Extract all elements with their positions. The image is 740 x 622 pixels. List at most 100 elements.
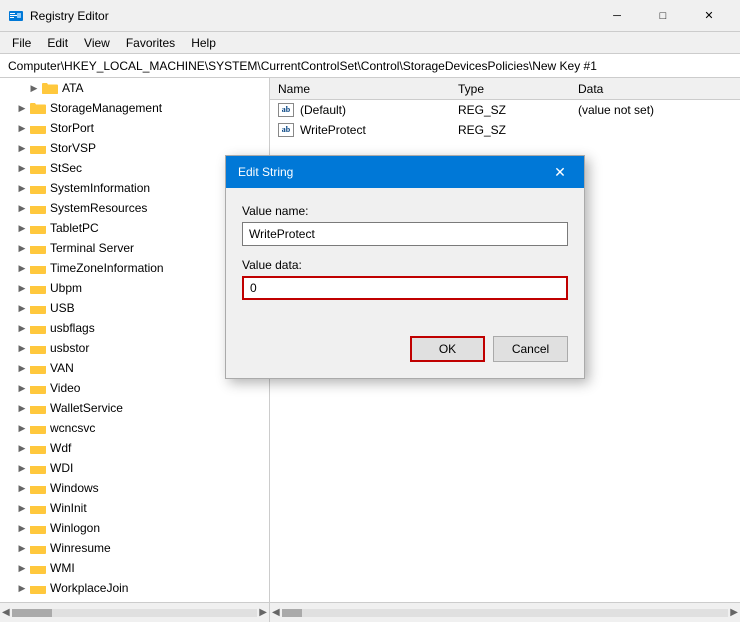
row-default-type: REG_SZ xyxy=(450,101,570,119)
tree-label-WPN: WPN xyxy=(50,601,78,602)
tree-label-usbflags: usbflags xyxy=(50,321,95,335)
expand-arrow-Video: ▶ xyxy=(16,382,28,394)
scroll-area: ◀ ▶ ◀ ▶ xyxy=(0,602,740,622)
maximize-button[interactable]: □ xyxy=(640,0,686,32)
menu-file[interactable]: File xyxy=(4,34,39,52)
expand-arrow-TimeZoneInformation: ▶ xyxy=(16,262,28,274)
app-icon xyxy=(8,8,24,24)
folder-icon-Winlogon xyxy=(30,521,46,535)
folder-icon-usbflags xyxy=(30,321,46,335)
folder-icon-WPN xyxy=(30,601,46,602)
folder-icon-VAN xyxy=(30,361,46,375)
tree-label-SystemInformation: SystemInformation xyxy=(50,181,150,195)
tree-item-WMI[interactable]: ▶ WMI xyxy=(0,558,269,578)
tree-label-StSec: StSec xyxy=(50,161,82,175)
tree-item-StorageManagement[interactable]: ▶ StorageManagement xyxy=(0,98,269,118)
folder-icon-TabletPC xyxy=(30,221,46,235)
tree-item-Winresume[interactable]: ▶ Winresume xyxy=(0,538,269,558)
row-writeprotect-data xyxy=(570,128,740,132)
folder-icon-USB xyxy=(30,301,46,315)
tree-label-Video: Video xyxy=(50,381,80,395)
value-data-input[interactable] xyxy=(242,276,568,300)
ok-button[interactable]: OK xyxy=(410,336,485,362)
folder-icon-WinInit xyxy=(30,501,46,515)
expand-arrow-StorageManagement: ▶ xyxy=(16,102,28,114)
tree-item-Wdf[interactable]: ▶ Wdf xyxy=(0,438,269,458)
expand-arrow-TerminalServer: ▶ xyxy=(16,242,28,254)
table-row[interactable]: ab WriteProtect REG_SZ xyxy=(270,120,740,140)
tree-label-Winlogon: Winlogon xyxy=(50,521,100,535)
scroll-right-left-arrow[interactable]: ◀ xyxy=(272,607,280,618)
menu-view[interactable]: View xyxy=(76,34,118,52)
tree-item-WinInit[interactable]: ▶ WinInit xyxy=(0,498,269,518)
dialog-footer: OK Cancel xyxy=(226,328,584,378)
tree-item-Winlogon[interactable]: ▶ Winlogon xyxy=(0,518,269,538)
edit-string-dialog: Edit String ✕ Value name: Value data: OK… xyxy=(225,155,585,379)
scroll-right-arrow[interactable]: ▶ xyxy=(259,607,267,618)
dialog-body: Value name: Value data: xyxy=(226,188,584,328)
expand-arrow-SystemResources: ▶ xyxy=(16,202,28,214)
tree-label-ATA: ATA xyxy=(62,81,84,95)
left-scrollbar[interactable]: ◀ ▶ xyxy=(0,603,270,622)
tree-item-WalletService[interactable]: ▶ WalletService xyxy=(0,398,269,418)
address-path: Computer\HKEY_LOCAL_MACHINE\SYSTEM\Curre… xyxy=(8,59,597,73)
tree-label-StorPort: StorPort xyxy=(50,121,94,135)
tree-item-Windows[interactable]: ▶ Windows xyxy=(0,478,269,498)
row-default-name: ab (Default) xyxy=(270,101,450,119)
folder-icon-wcncsvc xyxy=(30,421,46,435)
folder-icon-Winresume xyxy=(30,541,46,555)
folder-icon-StorVSP xyxy=(30,141,46,155)
title-bar: Registry Editor ─ □ ✕ xyxy=(0,0,740,32)
folder-icon-TerminalServer xyxy=(30,241,46,255)
folder-icon-ATA xyxy=(42,81,58,95)
tree-label-usbstor: usbstor xyxy=(50,341,89,355)
minimize-button[interactable]: ─ xyxy=(594,0,640,32)
menu-edit[interactable]: Edit xyxy=(39,34,76,52)
folder-icon-WDI xyxy=(30,461,46,475)
scroll-left-arrow[interactable]: ◀ xyxy=(2,607,10,618)
tree-item-WorkplaceJoin[interactable]: ▶ WorkplaceJoin xyxy=(0,578,269,598)
value-data-label: Value data: xyxy=(242,258,568,272)
expand-arrow-usbstor: ▶ xyxy=(16,342,28,354)
scroll-thumb-right xyxy=(282,609,302,617)
tree-label-TabletPC: TabletPC xyxy=(50,221,99,235)
expand-arrow-WorkplaceJoin: ▶ xyxy=(16,582,28,594)
folder-icon-StSec xyxy=(30,161,46,175)
tree-item-WPN[interactable]: ▶ WPN xyxy=(0,598,269,602)
close-button[interactable]: ✕ xyxy=(686,0,732,32)
folder-icon-WMI xyxy=(30,561,46,575)
tree-label-StorVSP: StorVSP xyxy=(50,141,96,155)
dialog-title: Edit String xyxy=(238,165,293,179)
expand-arrow-Windows: ▶ xyxy=(16,482,28,494)
dialog-title-bar: Edit String ✕ xyxy=(226,156,584,188)
tree-label-TerminalServer: Terminal Server xyxy=(50,241,134,255)
tree-item-wcncsvc[interactable]: ▶ wcncsvc xyxy=(0,418,269,438)
tree-label-WalletService: WalletService xyxy=(50,401,123,415)
folder-icon-WalletService xyxy=(30,401,46,415)
row-writeprotect-type: REG_SZ xyxy=(450,121,570,139)
expand-arrow-StSec: ▶ xyxy=(16,162,28,174)
tree-label-VAN: VAN xyxy=(50,361,74,375)
dialog-close-button[interactable]: ✕ xyxy=(548,160,572,184)
tree-label-Wdf: Wdf xyxy=(50,441,71,455)
folder-icon-StorageManagement xyxy=(30,101,46,115)
expand-arrow-TabletPC: ▶ xyxy=(16,222,28,234)
table-row[interactable]: ab (Default) REG_SZ (value not set) xyxy=(270,100,740,120)
tree-label-StorageManagement: StorageManagement xyxy=(50,101,162,115)
reg-type-icon-default: ab xyxy=(278,103,294,117)
expand-arrow-VAN: ▶ xyxy=(16,362,28,374)
tree-item-WDI[interactable]: ▶ WDI xyxy=(0,458,269,478)
tree-label-USB: USB xyxy=(50,301,75,315)
row-writeprotect-name: ab WriteProtect xyxy=(270,121,450,139)
right-scrollbar[interactable]: ◀ ▶ xyxy=(270,603,740,622)
cancel-button[interactable]: Cancel xyxy=(493,336,568,362)
tree-item-Video[interactable]: ▶ Video xyxy=(0,378,269,398)
scroll-right-right-arrow[interactable]: ▶ xyxy=(730,607,738,618)
tree-item-ATA[interactable]: ▶ ATA xyxy=(0,78,269,98)
menu-help[interactable]: Help xyxy=(183,34,224,52)
tree-label-SystemResources: SystemResources xyxy=(50,201,147,215)
menu-favorites[interactable]: Favorites xyxy=(118,34,183,52)
tree-item-StorPort[interactable]: ▶ StorPort xyxy=(0,118,269,138)
folder-icon-usbstor xyxy=(30,341,46,355)
value-name-input[interactable] xyxy=(242,222,568,246)
